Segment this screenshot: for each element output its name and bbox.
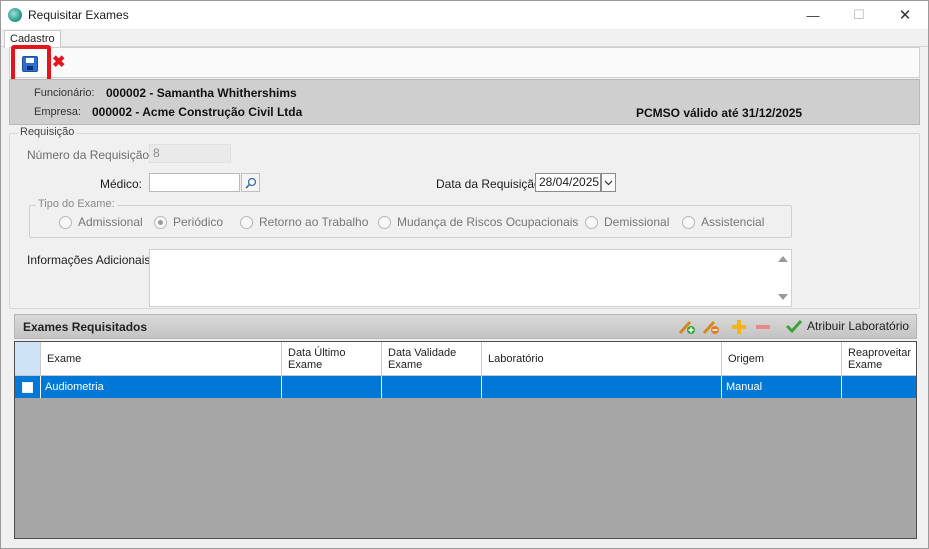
column-data-ultimo-exame[interactable]: Data Último Exame xyxy=(282,342,382,375)
checkmark-icon xyxy=(785,319,803,334)
radio-retorno-trabalho[interactable]: Retorno ao Trabalho xyxy=(240,215,368,229)
empresa-value: 000002 - Acme Construção Civil Ltda xyxy=(92,105,303,119)
radio-label: Admissional xyxy=(78,215,143,229)
edit-add-icon[interactable] xyxy=(678,319,696,335)
title-bar: Requisitar Exames — ☐ ✕ xyxy=(1,1,928,29)
atribuir-laboratorio-button[interactable]: Atribuir Laboratório xyxy=(785,318,909,334)
empresa-label: Empresa: xyxy=(34,106,82,118)
window-title: Requisitar Exames xyxy=(28,8,129,22)
atribuir-laboratorio-label: Atribuir Laboratório xyxy=(807,319,910,333)
radio-assistencial[interactable]: Assistencial xyxy=(682,215,764,229)
radio-label: Retorno ao Trabalho xyxy=(259,215,369,229)
column-reaproveitar-exame[interactable]: Reaproveitar Exame xyxy=(842,342,916,375)
scroll-up-icon[interactable] xyxy=(778,256,788,262)
tab-strip: Cadastro xyxy=(1,29,928,48)
radio-circle-checked xyxy=(154,215,167,229)
requisitar-exames-window: Requisitar Exames — ☐ ✕ Cadastro ✖ Funci… xyxy=(0,0,929,549)
medico-lookup-button[interactable] xyxy=(241,173,260,192)
exames-requisitados-title: Exames Requisitados xyxy=(23,320,148,334)
radio-admissional[interactable]: Admissional xyxy=(59,215,143,229)
cancel-button[interactable]: ✖ xyxy=(52,53,65,73)
close-button[interactable]: ✕ xyxy=(882,1,928,29)
chevron-down-icon xyxy=(604,180,613,185)
cell-origem[interactable]: Manual xyxy=(722,376,842,398)
radio-label: Periódico xyxy=(173,215,224,229)
medico-field[interactable] xyxy=(149,173,240,192)
cell-exame[interactable]: Audiometria xyxy=(41,376,282,398)
radio-circle xyxy=(240,215,253,229)
radio-circle xyxy=(585,215,598,229)
data-requisicao-label: Data da Requisição: xyxy=(436,177,545,191)
scroll-down-icon[interactable] xyxy=(778,294,788,300)
minimize-button[interactable]: — xyxy=(790,1,836,29)
numero-requisicao-field: 8 xyxy=(149,144,231,163)
radio-demissional[interactable]: Demissional xyxy=(585,215,669,229)
informacoes-adicionais-label: Informações Adicionais: xyxy=(27,253,154,267)
remove-exam-icon[interactable] xyxy=(754,319,772,335)
app-icon xyxy=(8,8,22,22)
exames-requisitados-header: Exames Requisitados Atribuir Laboratório xyxy=(14,314,917,339)
column-exame[interactable]: Exame xyxy=(41,342,282,375)
column-laboratorio[interactable]: Laboratório xyxy=(482,342,722,375)
tipo-exame-group: Tipo do Exame: Admissional Periódico Ret… xyxy=(29,198,792,238)
radio-label: Demissional xyxy=(604,215,670,229)
maximize-button[interactable]: ☐ xyxy=(836,1,882,29)
radio-circle xyxy=(59,215,72,229)
cell-data-validade-exame[interactable] xyxy=(382,376,482,398)
column-data-validade-exame[interactable]: Data Validade Exame xyxy=(382,342,482,375)
row-checkbox[interactable] xyxy=(22,381,33,393)
data-requisicao-field[interactable]: 28/04/2025 xyxy=(535,173,601,192)
search-icon xyxy=(244,177,256,189)
exames-grid: Exame Data Último Exame Data Validade Ex… xyxy=(14,341,917,539)
radio-label: Assistencial xyxy=(701,215,765,229)
pcmso-validity: PCMSO válido até 31/12/2025 xyxy=(636,106,803,120)
add-exam-icon[interactable] xyxy=(730,319,748,335)
tipo-exame-title: Tipo do Exame: xyxy=(36,198,117,210)
informacoes-adicionais-textarea[interactable] xyxy=(149,249,792,307)
radio-circle xyxy=(682,215,695,229)
grid-header: Exame Data Último Exame Data Validade Ex… xyxy=(15,342,916,376)
radio-mudanca-riscos[interactable]: Mudança de Riscos Ocupacionais xyxy=(378,215,578,229)
funcionario-value: 000002 - Samantha Whithershims xyxy=(106,86,297,100)
radio-circle xyxy=(378,215,391,229)
medico-label: Médico: xyxy=(100,177,143,191)
cell-laboratorio[interactable] xyxy=(482,376,722,398)
edit-remove-icon[interactable] xyxy=(702,319,720,335)
radio-periodico[interactable]: Periódico xyxy=(154,215,223,229)
date-dropdown-button[interactable] xyxy=(601,173,616,192)
textarea-scrollbar[interactable] xyxy=(775,250,791,306)
row-checkbox-cell[interactable] xyxy=(15,376,41,398)
table-row[interactable]: Audiometria Manual xyxy=(15,376,916,398)
requisicao-group-title: Requisição xyxy=(18,126,77,138)
toolbar: ✖ xyxy=(9,45,920,85)
save-button[interactable] xyxy=(22,56,38,72)
column-origem[interactable]: Origem xyxy=(722,342,842,375)
numero-requisicao-label: Número da Requisição: xyxy=(27,148,153,162)
employee-info-panel: Funcionário: 000002 - Samantha Whithersh… xyxy=(9,79,920,125)
grid-corner-cell[interactable] xyxy=(15,342,41,375)
cell-data-ultimo-exame[interactable] xyxy=(282,376,382,398)
cell-reaproveitar-exame[interactable] xyxy=(842,376,916,398)
radio-label: Mudança de Riscos Ocupacionais xyxy=(397,215,579,229)
funcionario-label: Funcionário: xyxy=(34,87,95,99)
